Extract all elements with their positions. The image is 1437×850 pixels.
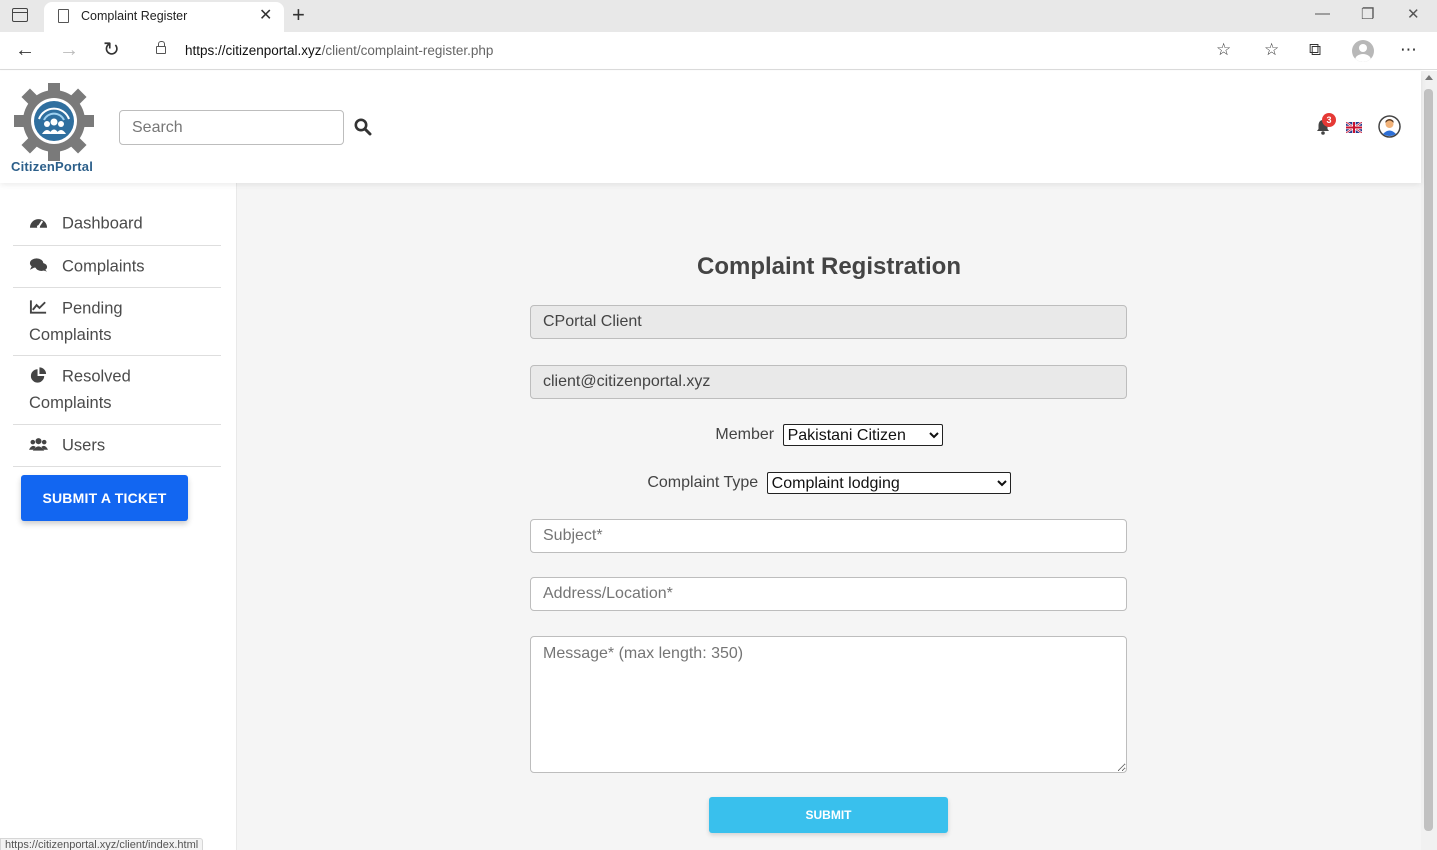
browser-profile-icon[interactable]: [1352, 40, 1374, 62]
minimize-icon[interactable]: —: [1315, 5, 1330, 22]
sidebar: Dashboard Complaints Pending Complaints …: [0, 183, 237, 850]
scrollbar-thumb[interactable]: [1424, 89, 1433, 831]
member-select[interactable]: Pakistani Citizen: [782, 424, 943, 446]
main-content: Complaint Registration Member Pakistani …: [237, 183, 1421, 850]
notification-badge: 3: [1322, 113, 1336, 127]
sidebar-item-label: Complaints: [29, 393, 112, 412]
page-icon: [58, 9, 69, 23]
forward-icon[interactable]: →: [59, 39, 79, 61]
search-icon[interactable]: [354, 118, 372, 136]
chart-line-icon: [29, 300, 47, 314]
address-bar[interactable]: https://citizenportal.xyz/client/complai…: [142, 35, 1245, 67]
message-field[interactable]: [530, 636, 1127, 773]
sidebar-item-label: Complaints: [62, 257, 145, 276]
sidebar-item-label: Dashboard: [62, 214, 143, 233]
submit-ticket-button[interactable]: SUBMIT A TICKET: [21, 475, 188, 521]
citizenportal-logo[interactable]: CitizenPortal: [8, 81, 102, 174]
tachometer-icon: [29, 219, 48, 229]
sidebar-item-pending-complaints[interactable]: Pending Complaints: [13, 295, 221, 356]
address-field[interactable]: [530, 577, 1127, 611]
tab-title: Complaint Register: [81, 9, 188, 23]
logo-text: CitizenPortal: [11, 159, 94, 174]
uk-flag-icon[interactable]: [1346, 122, 1362, 133]
status-bar-url: https://citizenportal.xyz/client/index.h…: [0, 838, 204, 850]
sidebar-item-users[interactable]: Users: [13, 432, 221, 467]
new-tab-icon[interactable]: +: [292, 3, 305, 27]
user-avatar-icon[interactable]: [1378, 115, 1401, 138]
search-input[interactable]: [119, 110, 344, 145]
sidebar-item-label: Complaints: [29, 325, 112, 344]
restore-icon[interactable]: ❐: [1361, 5, 1374, 23]
sidebar-item-label: Resolved: [62, 367, 131, 386]
sidebar-item-complaints[interactable]: Complaints: [13, 253, 221, 288]
member-row: Member Pakistani Citizen: [237, 424, 1421, 446]
complaint-type-label: Complaint Type: [647, 474, 759, 491]
refresh-icon[interactable]: ↻: [103, 39, 120, 61]
sidebar-item-label: Pending: [62, 299, 123, 318]
page-title: Complaint Registration: [696, 253, 961, 280]
site-header: CitizenPortal 3: [0, 71, 1421, 183]
back-icon[interactable]: ←: [15, 39, 35, 61]
gear-logo-icon: [14, 81, 94, 161]
complaint-type-select[interactable]: Complaint lodging: [766, 472, 1011, 494]
scroll-up-icon[interactable]: [1425, 75, 1433, 80]
sidebar-item-label: Users: [62, 436, 106, 455]
url-text[interactable]: https://citizenportal.xyz/client/complai…: [185, 43, 493, 58]
browser-toolbar: ← → ↻ https://citizenportal.xyz/client/c…: [0, 32, 1437, 70]
page-scrollbar[interactable]: [1421, 71, 1437, 850]
favorites-icon[interactable]: ☆: [1264, 40, 1279, 60]
close-window-icon[interactable]: ✕: [1407, 5, 1420, 23]
email-field[interactable]: [530, 365, 1127, 399]
users-icon: [29, 438, 48, 451]
sidebar-item-resolved-complaints[interactable]: Resolved Complaints: [13, 363, 221, 425]
close-tab-icon[interactable]: ✕: [259, 6, 272, 26]
subject-field[interactable]: [530, 519, 1127, 553]
comments-icon: [29, 258, 48, 272]
complaint-type-row: Complaint Type Complaint lodging: [237, 472, 1421, 494]
name-field[interactable]: [530, 305, 1127, 339]
more-options-icon[interactable]: ⋯: [1400, 40, 1417, 60]
tab-actions-icon[interactable]: [12, 8, 28, 22]
lock-icon[interactable]: [156, 41, 166, 54]
member-label: Member: [715, 426, 775, 443]
add-favorite-icon[interactable]: ☆: [1216, 40, 1231, 60]
browser-tab[interactable]: Complaint Register ✕: [44, 2, 284, 32]
submit-button[interactable]: SUBMIT: [709, 797, 948, 833]
browser-tab-bar: Complaint Register ✕ + — ❐ ✕: [0, 0, 1437, 32]
collections-icon[interactable]: ⧉: [1309, 40, 1321, 60]
chart-pie-icon: [30, 367, 47, 383]
sidebar-item-dashboard[interactable]: Dashboard: [13, 210, 221, 246]
